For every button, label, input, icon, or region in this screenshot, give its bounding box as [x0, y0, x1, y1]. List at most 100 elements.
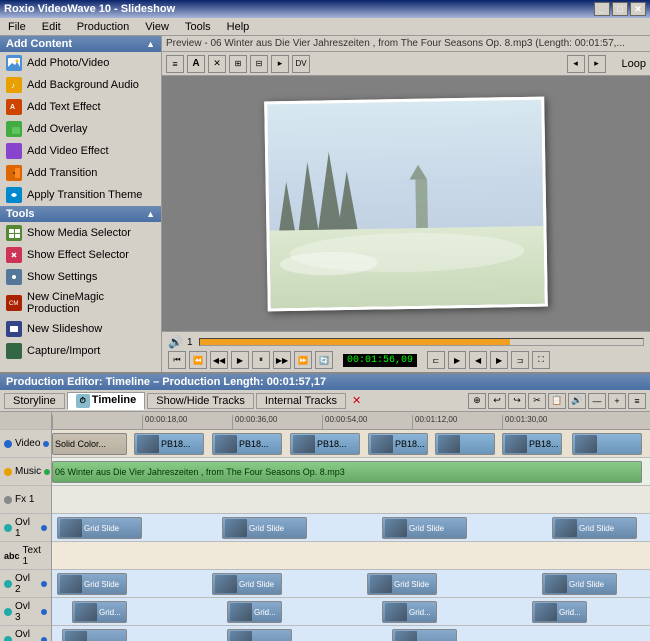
prev-frame-btn[interactable]: ⏪ — [189, 351, 207, 369]
ruler-label — [0, 412, 51, 430]
ovl3-clip-3[interactable]: Grid... — [382, 601, 437, 623]
show-effect-selector-item[interactable]: Show Effect Selector — [0, 244, 161, 266]
add-text-effect-item[interactable]: A Add Text Effect — [0, 96, 161, 118]
add-background-audio-item[interactable]: ♪ Add Background Audio — [0, 74, 161, 96]
capture-import-item[interactable]: Capture/Import — [0, 340, 161, 362]
skip-start-btn[interactable]: ⏮ — [168, 351, 186, 369]
media-selector-icon — [6, 225, 22, 241]
next-frame-btn[interactable]: ⏩ — [294, 351, 312, 369]
video-clip-5[interactable] — [435, 433, 495, 455]
music-clip[interactable]: 06 Winter aus Die Vier Jahreszeiten , fr… — [52, 461, 642, 483]
ovl2-clip-1[interactable]: Grid Slide — [57, 573, 127, 595]
tl-btn-8[interactable]: + — [608, 393, 626, 409]
tab-internal-tracks[interactable]: Internal Tracks — [256, 393, 346, 409]
show-media-selector-item[interactable]: Show Media Selector — [0, 222, 161, 244]
track-label-music: Music — [0, 458, 51, 486]
toolbar-btn-grid2[interactable]: ⊟ — [250, 55, 268, 73]
ovl2-track: Grid Slide Grid Slide Grid Slide Grid Sl… — [52, 570, 650, 598]
ovl2-clip-3[interactable]: Grid Slide — [367, 573, 437, 595]
preview-fwd-btn[interactable]: ▸ — [588, 55, 606, 73]
menu-tools[interactable]: Tools — [181, 20, 215, 34]
ovl4-clip-1[interactable] — [62, 629, 127, 641]
preview-back-btn[interactable]: ◂ — [567, 55, 585, 73]
tab-timeline[interactable]: ⏱Timeline — [67, 392, 145, 410]
ovl1-clip-4[interactable]: Grid Slide — [552, 517, 637, 539]
video-clip-7[interactable] — [572, 433, 642, 455]
toolbar-btn-grid[interactable]: ⊞ — [229, 55, 247, 73]
ovl2-clip-4[interactable]: Grid Slide — [542, 573, 617, 595]
minimize-button[interactable]: _ — [594, 2, 610, 16]
ovl3-clip-4[interactable]: Grid... — [532, 601, 587, 623]
ovl1-clip-1[interactable]: Grid Slide — [57, 517, 142, 539]
tl-btn-4[interactable]: ✂ — [528, 393, 546, 409]
close-button[interactable]: ✕ — [630, 2, 646, 16]
menu-file[interactable]: File — [4, 20, 30, 34]
apply-transition-theme-item[interactable]: Apply Transition Theme — [0, 184, 161, 206]
add-photo-video-item[interactable]: Add Photo/Video — [0, 52, 161, 74]
new-slideshow-item[interactable]: New Slideshow — [0, 318, 161, 340]
video-clip-2[interactable]: PB18... — [212, 433, 282, 455]
play-sel-btn[interactable]: ▶ — [448, 351, 466, 369]
ovl4-clip-3[interactable] — [392, 629, 457, 641]
maximize-button[interactable]: □ — [612, 2, 628, 16]
solid-color-clip[interactable]: Solid Color... — [52, 433, 127, 455]
ovl3-clip-2[interactable]: Grid... — [227, 601, 282, 623]
track-label-ovl4: Ovl 4 — [0, 626, 51, 641]
tl-btn-9[interactable]: ≡ — [628, 393, 646, 409]
prev-sel-btn[interactable]: ◀ — [469, 351, 487, 369]
tl-btn-3[interactable]: ↪ — [508, 393, 526, 409]
music-track: 06 Winter aus Die Vier Jahreszeiten , fr… — [52, 458, 650, 486]
video-effect-icon — [6, 143, 22, 159]
tab-show-hide-tracks[interactable]: Show/Hide Tracks — [147, 393, 254, 409]
add-transition-item[interactable]: Add Transition — [0, 162, 161, 184]
menu-view[interactable]: View — [141, 20, 173, 34]
pause-btn[interactable]: ⏸ — [252, 351, 270, 369]
ovl4-clip-2[interactable] — [227, 629, 292, 641]
toolbar-btn-1[interactable]: ≡ — [166, 55, 184, 73]
tl-btn-6[interactable]: 🔊 — [568, 393, 586, 409]
timeline-tab-icon: ⏱ — [76, 394, 90, 408]
vol-number: 1 — [187, 337, 193, 348]
video-clip-1[interactable]: PB18... — [134, 433, 204, 455]
rewind-btn[interactable]: ◀◀ — [210, 351, 228, 369]
ovl1-clip-3[interactable]: Grid Slide — [382, 517, 467, 539]
menu-edit[interactable]: Edit — [38, 20, 65, 34]
video-clip-6[interactable]: PB18... — [502, 433, 562, 455]
title-bar: Roxio VideoWave 10 - Slideshow _ □ ✕ — [0, 0, 650, 18]
fullscreen-btn[interactable]: ⛶ — [532, 351, 550, 369]
tl-btn-5[interactable]: 📋 — [548, 393, 566, 409]
ovl2-dot — [4, 580, 12, 588]
toolbar-btn-more[interactable]: ▸ — [271, 55, 289, 73]
mark-out-btn[interactable]: ⊐ — [511, 351, 529, 369]
mark-in-btn[interactable]: ⊏ — [427, 351, 445, 369]
add-content-arrow: ▲ — [146, 39, 155, 49]
video-clip-4[interactable]: PB18... — [368, 433, 428, 455]
skip-end-btn[interactable]: 🔄 — [315, 351, 333, 369]
ovl2-clip-2[interactable]: Grid Slide — [212, 573, 282, 595]
fast-fwd-btn[interactable]: ▶▶ — [273, 351, 291, 369]
toolbar-btn-dv[interactable]: DV — [292, 55, 310, 73]
next-sel-btn[interactable]: ▶ — [490, 351, 508, 369]
tab-storyline[interactable]: Storyline — [4, 393, 65, 409]
tl-btn-2[interactable]: ↩ — [488, 393, 506, 409]
ovl1-clip-2[interactable]: Grid Slide — [222, 517, 307, 539]
menu-production[interactable]: Production — [73, 20, 134, 34]
close-tracks-btn[interactable]: ✕ — [352, 394, 361, 407]
play-btn[interactable]: ▶ — [231, 351, 249, 369]
video-clip-3[interactable]: PB18... — [290, 433, 360, 455]
menu-help[interactable]: Help — [223, 20, 254, 34]
ruler-mark-4: 00:01:12,00 — [412, 415, 457, 429]
preview-header: Preview - 06 Winter aus Die Vier Jahresz… — [162, 36, 650, 52]
timeline-scrubber[interactable] — [199, 338, 644, 346]
show-settings-item[interactable]: Show Settings — [0, 266, 161, 288]
ovl3-clip-1[interactable]: Grid... — [72, 601, 127, 623]
add-video-effect-item[interactable]: Add Video Effect — [0, 140, 161, 162]
preview-toolbar: ≡ A ✕ ⊞ ⊟ ▸ DV ◂ ▸ Loop — [162, 52, 650, 76]
new-cinemagic-item[interactable]: CM New CineMagic Production — [0, 288, 161, 318]
tl-btn-1[interactable]: ⊕ — [468, 393, 486, 409]
add-overlay-item[interactable]: Add Overlay — [0, 118, 161, 140]
toolbar-btn-text[interactable]: A — [187, 55, 205, 73]
ovl1-track: Grid Slide Grid Slide Grid Slide Grid Sl… — [52, 514, 650, 542]
toolbar-btn-x[interactable]: ✕ — [208, 55, 226, 73]
tl-btn-7[interactable]: — — [588, 393, 606, 409]
